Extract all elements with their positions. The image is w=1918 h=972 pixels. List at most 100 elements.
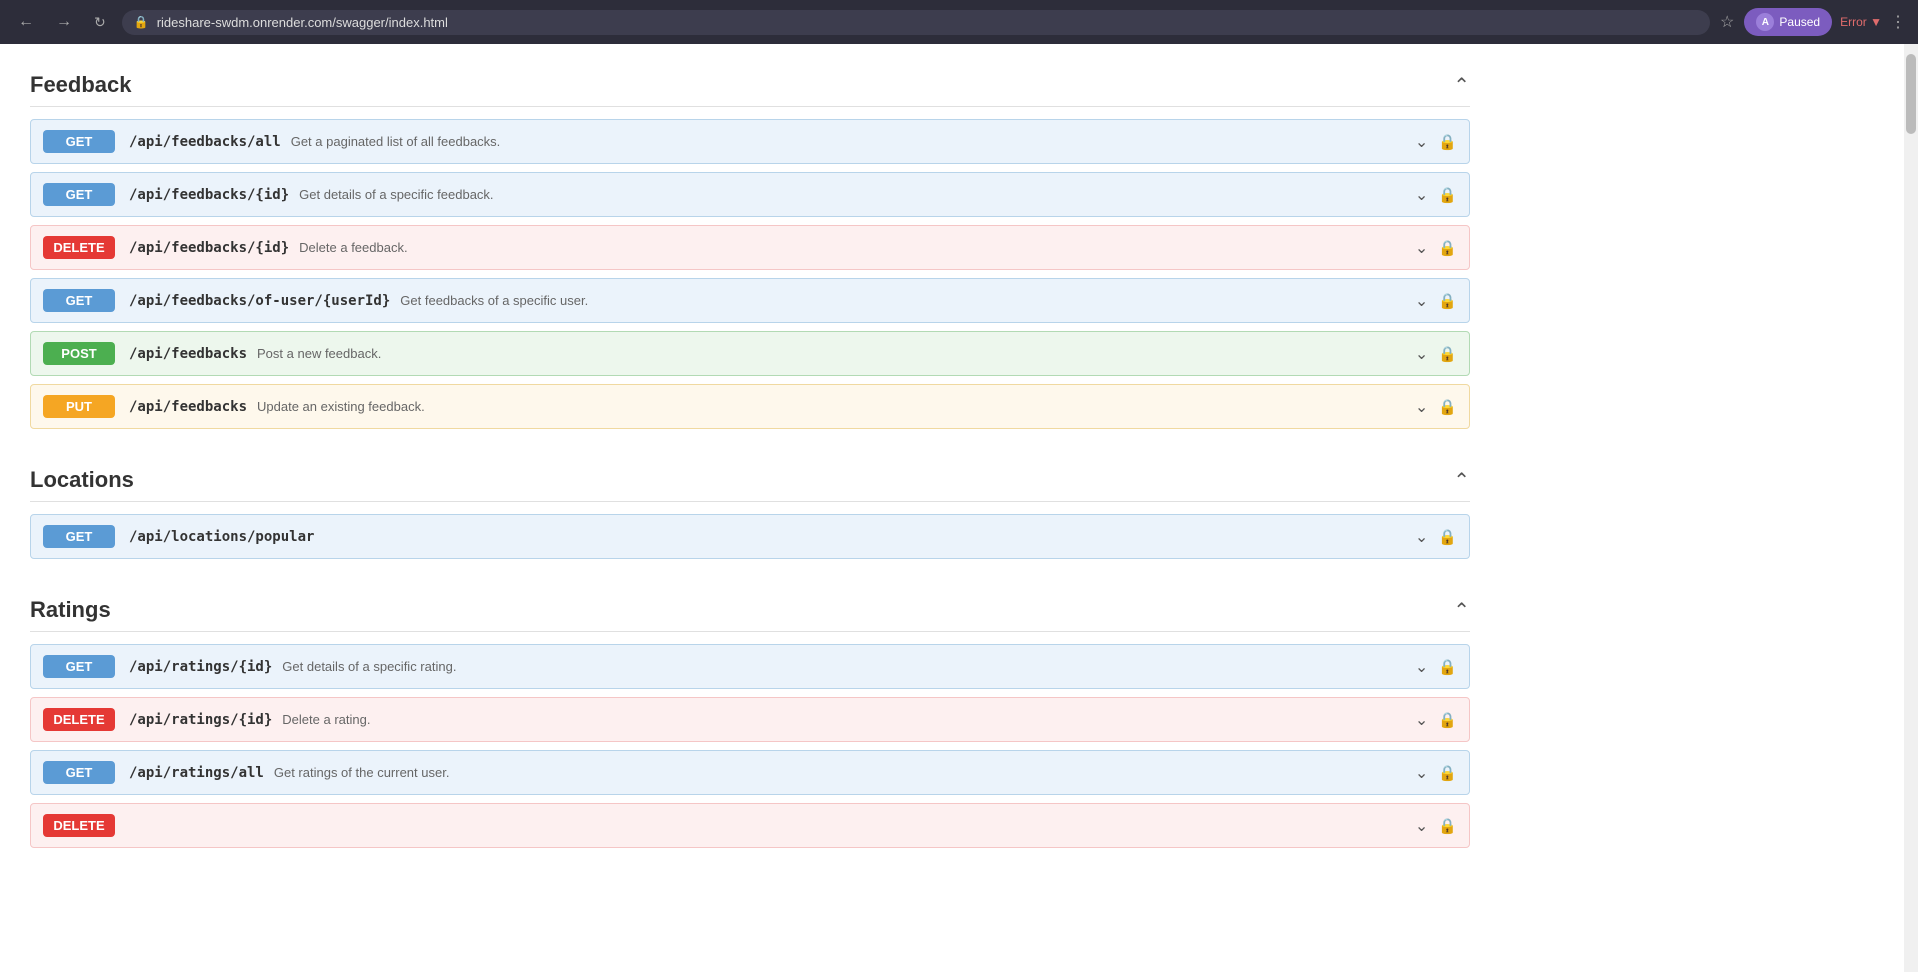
chevron-down-icon: ⌄ <box>1415 344 1428 364</box>
section-ratings-header: Ratings ⌃ <box>30 589 1470 632</box>
browser-right: A Paused Error ▼ ⋮ <box>1744 8 1906 36</box>
chevron-down-icon: ⌄ <box>1415 763 1428 783</box>
endpoint-get-ratings-id[interactable]: GET /api/ratings/{id} Get details of a s… <box>30 644 1470 689</box>
endpoint-path: /api/feedbacks/all <box>129 134 281 150</box>
refresh-button[interactable]: ↻ <box>88 10 112 35</box>
section-locations-title: Locations <box>30 467 134 493</box>
section-locations: Locations ⌃ GET /api/locations/popular ⌄… <box>30 459 1470 559</box>
lock-icon: 🔒 <box>1438 817 1457 835</box>
endpoint-path: /api/feedbacks <box>129 346 247 362</box>
chevron-down-icon: ⌄ <box>1415 291 1428 311</box>
bookmark-button[interactable]: ☆ <box>1720 12 1734 32</box>
lock-icon: 🔒 <box>1438 186 1457 204</box>
paused-label: Paused <box>1779 15 1820 29</box>
chevron-down-icon: ⌄ <box>1415 527 1428 547</box>
method-badge-delete: DELETE <box>43 814 115 837</box>
endpoint-actions: ⌄ 🔒 <box>1415 291 1457 311</box>
endpoint-actions: ⌄ 🔒 <box>1415 763 1457 783</box>
endpoint-post-feedbacks[interactable]: POST /api/feedbacks Post a new feedback.… <box>30 331 1470 376</box>
endpoint-actions: ⌄ 🔒 <box>1415 132 1457 152</box>
lock-icon: 🔒 <box>1438 528 1457 546</box>
paused-avatar: A <box>1756 13 1774 31</box>
address-bar: 🔒 rideshare-swdm.onrender.com/swagger/in… <box>122 10 1710 35</box>
method-badge-delete: DELETE <box>43 236 115 259</box>
endpoint-actions: ⌄ 🔒 <box>1415 816 1457 836</box>
endpoint-path: /api/ratings/{id} <box>129 659 272 675</box>
lock-icon: 🔒 <box>1438 711 1457 729</box>
browser-chrome: ← → ↻ 🔒 rideshare-swdm.onrender.com/swag… <box>0 0 1918 44</box>
method-badge-put: PUT <box>43 395 115 418</box>
paused-button[interactable]: A Paused <box>1744 8 1832 36</box>
chevron-down-icon: ⌄ <box>1415 816 1428 836</box>
endpoint-actions: ⌄ 🔒 <box>1415 527 1457 547</box>
lock-icon: 🔒 <box>1438 345 1457 363</box>
scrollbar[interactable] <box>1904 44 1918 972</box>
section-feedback-header: Feedback ⌃ <box>30 64 1470 107</box>
secure-icon: 🔒 <box>134 15 149 29</box>
method-badge-get: GET <box>43 761 115 784</box>
lock-icon: 🔒 <box>1438 764 1457 782</box>
endpoint-path: /api/ratings/{id} <box>129 712 272 728</box>
endpoint-delete-ratings-partial[interactable]: DELETE ⌄ 🔒 <box>30 803 1470 848</box>
endpoint-desc: Update an existing feedback. <box>257 399 1415 414</box>
endpoint-actions: ⌄ 🔒 <box>1415 344 1457 364</box>
chevron-down-icon: ⌄ <box>1415 132 1428 152</box>
endpoint-delete-ratings-id[interactable]: DELETE /api/ratings/{id} Delete a rating… <box>30 697 1470 742</box>
endpoint-desc: Post a new feedback. <box>257 346 1415 361</box>
endpoint-desc: Get details of a specific rating. <box>282 659 1415 674</box>
section-ratings-collapse[interactable]: ⌃ <box>1453 598 1470 623</box>
url-text[interactable]: rideshare-swdm.onrender.com/swagger/inde… <box>157 15 1698 30</box>
error-button[interactable]: Error ▼ <box>1840 15 1882 29</box>
section-feedback: Feedback ⌃ GET /api/feedbacks/all Get a … <box>30 64 1470 429</box>
forward-button[interactable]: → <box>50 9 78 35</box>
endpoint-delete-feedbacks-id[interactable]: DELETE /api/feedbacks/{id} Delete a feed… <box>30 225 1470 270</box>
endpoint-actions: ⌄ 🔒 <box>1415 185 1457 205</box>
endpoint-desc: Get ratings of the current user. <box>274 765 1415 780</box>
endpoint-path: /api/locations/popular <box>129 529 314 545</box>
endpoint-desc: Get a paginated list of all feedbacks. <box>291 134 1415 149</box>
endpoint-actions: ⌄ 🔒 <box>1415 397 1457 417</box>
method-badge-get: GET <box>43 289 115 312</box>
endpoint-path: /api/feedbacks/{id} <box>129 187 289 203</box>
endpoint-get-ratings-all[interactable]: GET /api/ratings/all Get ratings of the … <box>30 750 1470 795</box>
chevron-down-icon: ⌄ <box>1415 238 1428 258</box>
lock-icon: 🔒 <box>1438 133 1457 151</box>
scrollbar-thumb[interactable] <box>1906 54 1916 134</box>
endpoint-actions: ⌄ 🔒 <box>1415 657 1457 677</box>
endpoint-get-locations-popular[interactable]: GET /api/locations/popular ⌄ 🔒 <box>30 514 1470 559</box>
error-label: Error <box>1840 15 1867 29</box>
chevron-down-icon: ⌄ <box>1415 397 1428 417</box>
endpoint-path: /api/feedbacks/{id} <box>129 240 289 256</box>
lock-icon: 🔒 <box>1438 658 1457 676</box>
endpoint-desc: Delete a rating. <box>282 712 1415 727</box>
method-badge-delete: DELETE <box>43 708 115 731</box>
method-badge-get: GET <box>43 525 115 548</box>
endpoint-path: /api/feedbacks/of-user/{userId} <box>129 293 390 309</box>
section-feedback-collapse[interactable]: ⌃ <box>1453 73 1470 98</box>
browser-menu-button[interactable]: ⋮ <box>1890 12 1906 32</box>
method-badge-get: GET <box>43 130 115 153</box>
section-locations-header: Locations ⌃ <box>30 459 1470 502</box>
lock-icon: 🔒 <box>1438 239 1457 257</box>
section-locations-collapse[interactable]: ⌃ <box>1453 468 1470 493</box>
back-button[interactable]: ← <box>12 9 40 35</box>
method-badge-get: GET <box>43 655 115 678</box>
endpoint-path: /api/ratings/all <box>129 765 264 781</box>
endpoint-actions: ⌄ 🔒 <box>1415 710 1457 730</box>
page-content: Feedback ⌃ GET /api/feedbacks/all Get a … <box>0 44 1500 898</box>
endpoint-actions: ⌄ 🔒 <box>1415 238 1457 258</box>
method-badge-get: GET <box>43 183 115 206</box>
section-ratings: Ratings ⌃ GET /api/ratings/{id} Get deta… <box>30 589 1470 848</box>
endpoint-desc: Get details of a specific feedback. <box>299 187 1415 202</box>
endpoint-get-feedbacks-ofuser[interactable]: GET /api/feedbacks/of-user/{userId} Get … <box>30 278 1470 323</box>
method-badge-post: POST <box>43 342 115 365</box>
error-chevron: ▼ <box>1870 15 1882 29</box>
chevron-down-icon: ⌄ <box>1415 185 1428 205</box>
endpoint-desc: Get feedbacks of a specific user. <box>400 293 1415 308</box>
endpoint-desc: Delete a feedback. <box>299 240 1415 255</box>
lock-icon: 🔒 <box>1438 398 1457 416</box>
endpoint-get-feedbacks-all[interactable]: GET /api/feedbacks/all Get a paginated l… <box>30 119 1470 164</box>
endpoint-path: /api/feedbacks <box>129 399 247 415</box>
endpoint-get-feedbacks-id[interactable]: GET /api/feedbacks/{id} Get details of a… <box>30 172 1470 217</box>
endpoint-put-feedbacks[interactable]: PUT /api/feedbacks Update an existing fe… <box>30 384 1470 429</box>
